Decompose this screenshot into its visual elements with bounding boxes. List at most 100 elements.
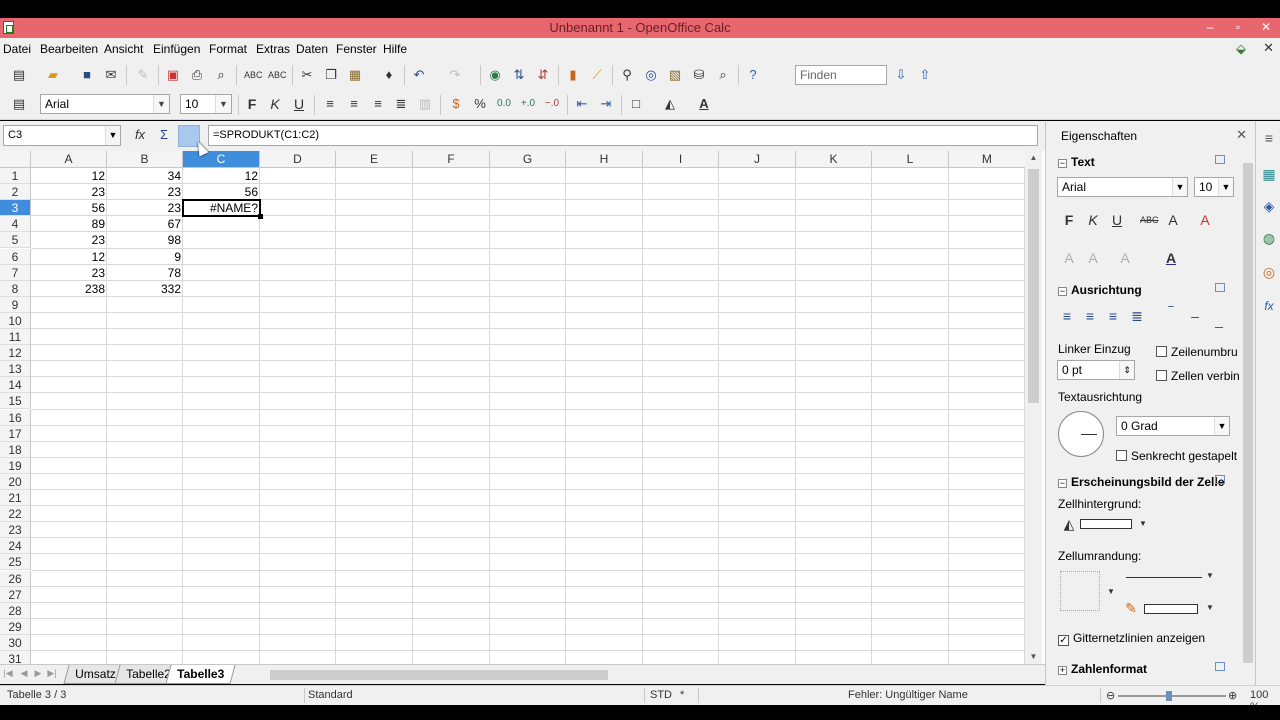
zoom-slider-knob[interactable] bbox=[1166, 691, 1172, 701]
chart-icon[interactable]: ▮ bbox=[564, 66, 582, 84]
underline-button[interactable]: U bbox=[290, 95, 308, 113]
print-icon[interactable]: ⎙ bbox=[188, 66, 206, 84]
background-color-icon[interactable]: ◭ bbox=[661, 95, 679, 113]
sidebar-underline-button[interactable]: U bbox=[1108, 211, 1126, 229]
align-left-icon[interactable]: ≡ bbox=[321, 95, 339, 113]
select-all-corner[interactable] bbox=[0, 151, 31, 168]
row-header-25[interactable]: 25 bbox=[0, 554, 31, 571]
rotation-dial[interactable] bbox=[1058, 411, 1104, 457]
chevron-down-icon[interactable]: ▼ bbox=[1102, 583, 1120, 601]
row-header-17[interactable]: 17 bbox=[0, 425, 31, 442]
sort-descending-icon[interactable]: ⇵ bbox=[534, 66, 552, 84]
line-color-icon[interactable]: ✎ bbox=[1122, 599, 1140, 617]
row-header-26[interactable]: 26 bbox=[0, 570, 31, 587]
column-header-c[interactable]: C bbox=[183, 151, 260, 168]
active-cell[interactable]: #NAME? bbox=[182, 199, 263, 220]
row-header-23[interactable]: 23 bbox=[0, 522, 31, 539]
sidebar-font-name[interactable]: Arial ▼ bbox=[1057, 177, 1188, 197]
section-number-format[interactable]: + Zahlenformat bbox=[1058, 662, 1147, 676]
section-text[interactable]: − Text bbox=[1058, 155, 1095, 169]
sort-ascending-icon[interactable]: ⇅ bbox=[510, 66, 528, 84]
collapse-icon[interactable]: − bbox=[1058, 287, 1067, 296]
row-header-16[interactable]: 16 bbox=[0, 409, 31, 426]
merge-cells-icon[interactable]: ▥ bbox=[416, 95, 434, 113]
increase-font-icon[interactable]: A bbox=[1196, 211, 1214, 229]
name-box[interactable]: C3 ▼ bbox=[3, 125, 121, 146]
update-icon[interactable]: ⬙ bbox=[1236, 41, 1252, 56]
row-header-1[interactable]: 1 bbox=[0, 168, 31, 184]
row-header-21[interactable]: 21 bbox=[0, 490, 31, 506]
row-header-20[interactable]: 20 bbox=[0, 473, 31, 490]
menu-daten[interactable]: Daten bbox=[296, 42, 328, 56]
cell-b6[interactable]: 9 bbox=[107, 249, 183, 265]
column-header-e[interactable]: E bbox=[336, 151, 413, 168]
cell-b3[interactable]: 23 bbox=[107, 200, 183, 216]
chevron-down-icon[interactable]: ▼ bbox=[1218, 178, 1233, 196]
function-wizard-button[interactable]: fx bbox=[131, 127, 149, 145]
spin-icon[interactable]: ⇕ bbox=[1119, 361, 1134, 379]
export-pdf-icon[interactable]: ▣ bbox=[164, 66, 182, 84]
sidebar-align-center-icon[interactable]: ≡ bbox=[1081, 307, 1099, 325]
row-header-18[interactable]: 18 bbox=[0, 441, 31, 458]
sidebar-close-button[interactable]: ✕ bbox=[1236, 127, 1247, 143]
borders-icon[interactable]: □ bbox=[627, 95, 645, 113]
chevron-down-icon[interactable]: ▼ bbox=[1201, 599, 1219, 617]
chevron-down-icon[interactable]: ▼ bbox=[1134, 515, 1152, 533]
sidebar-justify-icon[interactable]: ≣ bbox=[1128, 307, 1146, 325]
column-header-l[interactable]: L bbox=[872, 151, 949, 168]
bold-button[interactable]: F bbox=[243, 95, 261, 113]
row-header-27[interactable]: 27 bbox=[0, 586, 31, 603]
align-center-icon[interactable]: ≡ bbox=[345, 95, 363, 113]
gallery-deck-icon[interactable]: ◍ bbox=[1260, 229, 1278, 247]
edit-mode-icon[interactable]: ✎ bbox=[134, 66, 152, 84]
formula-input[interactable]: =SPRODUKT(C1:C2) bbox=[208, 125, 1038, 146]
sidebar-font-size[interactable]: 10 ▼ bbox=[1194, 177, 1234, 197]
cell-a2[interactable]: 23 bbox=[31, 184, 107, 200]
column-header-a[interactable]: A bbox=[31, 151, 107, 168]
scroll-up-icon[interactable]: ▲ bbox=[1025, 151, 1042, 165]
column-header-m[interactable]: M bbox=[949, 151, 1026, 168]
find-replace-icon[interactable]: ⚲ bbox=[618, 66, 636, 84]
menu-fenster[interactable]: Fenster bbox=[336, 42, 377, 56]
navigator-icon[interactable]: ◎ bbox=[642, 66, 660, 84]
maximize-button[interactable]: ▫ bbox=[1224, 18, 1252, 38]
row-header-15[interactable]: 15 bbox=[0, 393, 31, 410]
chevron-down-icon[interactable]: ▼ bbox=[1201, 567, 1219, 585]
cell-a3[interactable]: 56 bbox=[31, 200, 107, 216]
section-cell-appearance[interactable]: − Erscheinungsbild der Zelle bbox=[1058, 475, 1224, 489]
cell-b1[interactable]: 34 bbox=[107, 168, 183, 184]
row-header-4[interactable]: 4 bbox=[0, 216, 31, 233]
close-window-button[interactable]: ✕ bbox=[1252, 18, 1280, 38]
expand-icon[interactable]: + bbox=[1058, 666, 1067, 675]
row-header-22[interactable]: 22 bbox=[0, 506, 31, 523]
more-options-icon[interactable] bbox=[1215, 155, 1225, 164]
spreadsheet-grid[interactable]: A B C D E F G H I J K L M 1 2 3 4 5 6 7 8 9 10 11 12 13 14 15 16 17 18… bbox=[0, 151, 1045, 664]
undo-icon[interactable]: ↶ bbox=[410, 66, 428, 84]
column-header-j[interactable]: J bbox=[719, 151, 796, 168]
italic-button[interactable]: K bbox=[266, 95, 284, 113]
font-color-icon[interactable]: A bbox=[695, 95, 713, 113]
border-preset-icon[interactable] bbox=[1060, 571, 1100, 611]
character-spacing-icon[interactable]: A bbox=[1116, 249, 1134, 267]
cell-b2[interactable]: 23 bbox=[107, 184, 183, 200]
row-header-24[interactable]: 24 bbox=[0, 538, 31, 555]
chevron-down-icon[interactable]: ▼ bbox=[1214, 417, 1229, 435]
prev-sheet-icon[interactable]: ◀ bbox=[18, 668, 30, 682]
email-icon[interactable]: ✉ bbox=[102, 66, 120, 84]
more-options-icon[interactable] bbox=[1215, 475, 1225, 484]
align-bottom-icon[interactable]: _ bbox=[1210, 311, 1228, 329]
menu-hilfe[interactable]: Hilfe bbox=[383, 42, 407, 56]
row-header-12[interactable]: 12 bbox=[0, 345, 31, 362]
superscript-icon[interactable]: A bbox=[1060, 249, 1078, 267]
column-header-f[interactable]: F bbox=[413, 151, 490, 168]
row-header-11[interactable]: 11 bbox=[0, 329, 31, 345]
functions-deck-icon[interactable]: fx bbox=[1260, 297, 1278, 315]
cell-b7[interactable]: 78 bbox=[107, 265, 183, 281]
sidebar-font-color-icon[interactable]: A bbox=[1162, 249, 1180, 267]
horizontal-scroll-thumb[interactable] bbox=[270, 670, 608, 680]
row-header-30[interactable]: 30 bbox=[0, 634, 31, 651]
sum-button[interactable]: Σ bbox=[155, 127, 173, 145]
cell-a1[interactable]: 12 bbox=[31, 168, 107, 184]
column-header-k[interactable]: K bbox=[796, 151, 872, 168]
horizontal-scrollbar[interactable] bbox=[258, 668, 1023, 682]
